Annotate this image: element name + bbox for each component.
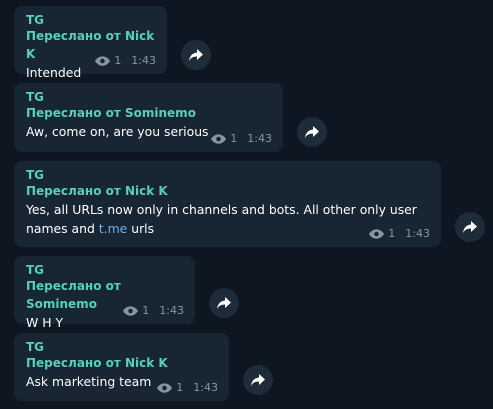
message-text-line: names and	[26, 221, 99, 236]
share-button[interactable]	[455, 212, 485, 242]
forward-arrow-icon	[463, 221, 477, 233]
share-button[interactable]	[297, 117, 327, 147]
message-time: 1:43	[131, 54, 156, 67]
sender-name[interactable]: TG	[26, 168, 429, 182]
eye-icon	[157, 382, 173, 393]
forwarded-from[interactable]: Переслано от Sominemo	[26, 104, 271, 122]
message-time: 1:43	[159, 304, 184, 317]
message-meta: 1 1:43	[123, 304, 184, 317]
message-bubble[interactable]: TG Переслано от Nick K Ask marketing tea…	[14, 333, 229, 401]
message-meta: 1 1:43	[211, 132, 272, 145]
view-count: 1	[176, 381, 184, 394]
eye-icon	[123, 305, 139, 316]
forwarded-from[interactable]: Переслано от Nick K	[26, 354, 217, 372]
forward-arrow-icon	[305, 126, 319, 138]
message-bubble[interactable]: TG Переслано от Sominemo W H Y 1 1:43	[14, 256, 195, 330]
sender-name[interactable]: TG	[26, 13, 155, 27]
share-button[interactable]	[181, 40, 211, 70]
message-bubble[interactable]: TG Переслано от Nick K Intended 1 1:43	[14, 6, 167, 80]
view-count: 1	[388, 227, 396, 240]
message-time: 1:43	[193, 381, 218, 394]
forward-arrow-icon	[217, 297, 231, 309]
eye-icon	[211, 133, 227, 144]
forward-arrow-icon	[189, 49, 203, 61]
tme-link[interactable]: t.me	[99, 221, 128, 236]
view-count: 1	[142, 304, 150, 317]
forwarded-from[interactable]: Переслано от Nick K	[26, 182, 429, 200]
message-bubble[interactable]: TG Переслано от Sominemo Aw, come on, ar…	[14, 83, 283, 152]
message-meta: 1 1:43	[369, 227, 430, 240]
message-bubble[interactable]: TG Переслано от Nick K Yes, all URLs now…	[14, 161, 441, 247]
view-count: 1	[230, 132, 238, 145]
message-meta: 1 1:43	[157, 381, 218, 394]
share-button[interactable]	[243, 365, 273, 395]
message-time: 1:43	[247, 132, 272, 145]
view-count: 1	[114, 54, 122, 67]
sender-name[interactable]: TG	[26, 90, 271, 104]
share-button[interactable]	[209, 288, 239, 318]
forward-arrow-icon	[251, 374, 265, 386]
message-meta: 1 1:43	[95, 54, 156, 67]
sender-name[interactable]: TG	[26, 340, 217, 354]
eye-icon	[95, 55, 111, 66]
sender-name[interactable]: TG	[26, 263, 183, 277]
message-text-line: urls	[127, 221, 155, 236]
message-text-line: Yes, all URLs now only in channels and b…	[26, 202, 417, 217]
message-time: 1:43	[405, 227, 430, 240]
eye-icon	[369, 228, 385, 239]
